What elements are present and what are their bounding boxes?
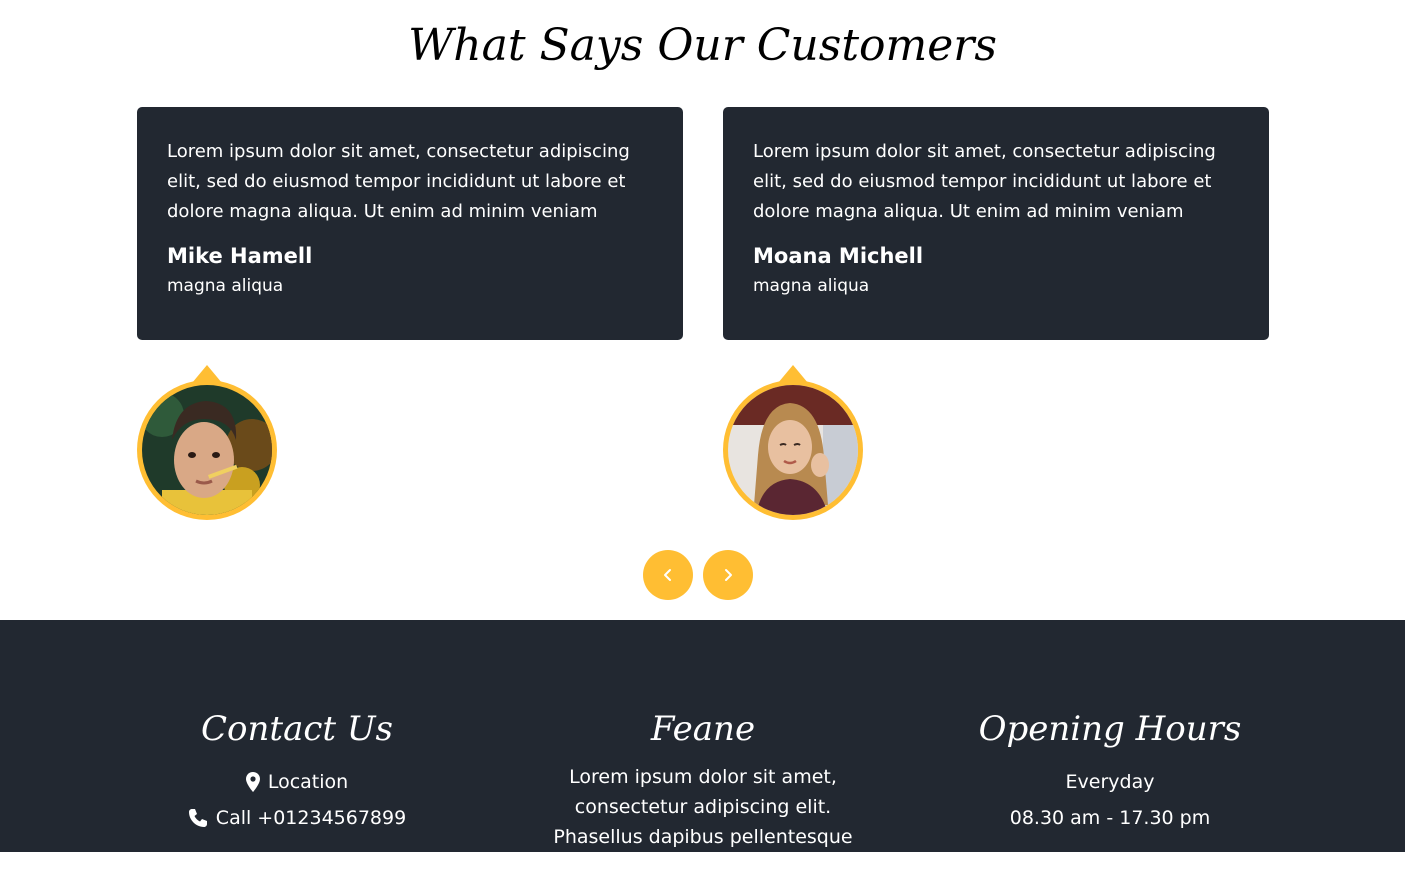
prev-button[interactable]: [643, 550, 693, 600]
footer-phone-link[interactable]: Call +01234567899: [147, 800, 447, 836]
next-button[interactable]: [703, 550, 753, 600]
testimonial-role: magna aliqua: [167, 276, 284, 296]
testimonial-quote: Lorem ipsum dolor sit amet, consectetur …: [167, 141, 630, 222]
avatar-moana: [723, 365, 863, 521]
footer-hours-time: 08.30 am - 17.30 pm: [1009, 807, 1211, 829]
footer-brand-title: Feane: [650, 709, 756, 749]
section-title: What Says Our Customers: [408, 20, 997, 71]
avatar-mike: [137, 365, 277, 521]
footer-contact: Contact Us Location Call +01234567899: [147, 702, 447, 836]
footer-contact-title: Contact Us: [201, 709, 393, 749]
avatar-ring: [137, 380, 277, 520]
footer-about: Feane Lorem ipsum dolor sit amet, consec…: [528, 702, 878, 882]
testimonial-name: Mike Hamell: [167, 244, 313, 268]
chevron-left-icon: [664, 569, 671, 581]
testimonial-card-mike: Lorem ipsum dolor sit amet, consectetur …: [137, 107, 683, 340]
map-marker-icon: [245, 772, 260, 792]
avatar-ring: [723, 380, 863, 520]
testimonial-card-moana: Lorem ipsum dolor sit amet, consectetur …: [723, 107, 1269, 340]
footer-phone-text: Call +01234567899: [215, 807, 407, 829]
footer-hours-title: Opening Hours: [978, 709, 1242, 749]
phone-icon: [188, 809, 207, 827]
footer-hours-days: Everyday: [1065, 771, 1155, 793]
footer-location-link[interactable]: Location: [147, 764, 447, 800]
testimonial-name: Moana Michell: [753, 244, 924, 268]
avatar-photo-woman: [728, 385, 858, 515]
avatar-photo-man: [142, 385, 272, 515]
testimonial-quote: Lorem ipsum dolor sit amet, consectetur …: [753, 141, 1216, 222]
footer-hours: Opening Hours Everyday 08.30 am - 17.30 …: [960, 702, 1260, 836]
footer: Contact Us Location Call +01234567899 Fe…: [0, 620, 1405, 878]
footer-location-text: Location: [267, 771, 349, 793]
chevron-right-icon: [725, 569, 732, 581]
testimonial-role: magna aliqua: [753, 276, 870, 296]
footer-about-text: Lorem ipsum dolor sit amet, consectetur …: [553, 766, 853, 878]
